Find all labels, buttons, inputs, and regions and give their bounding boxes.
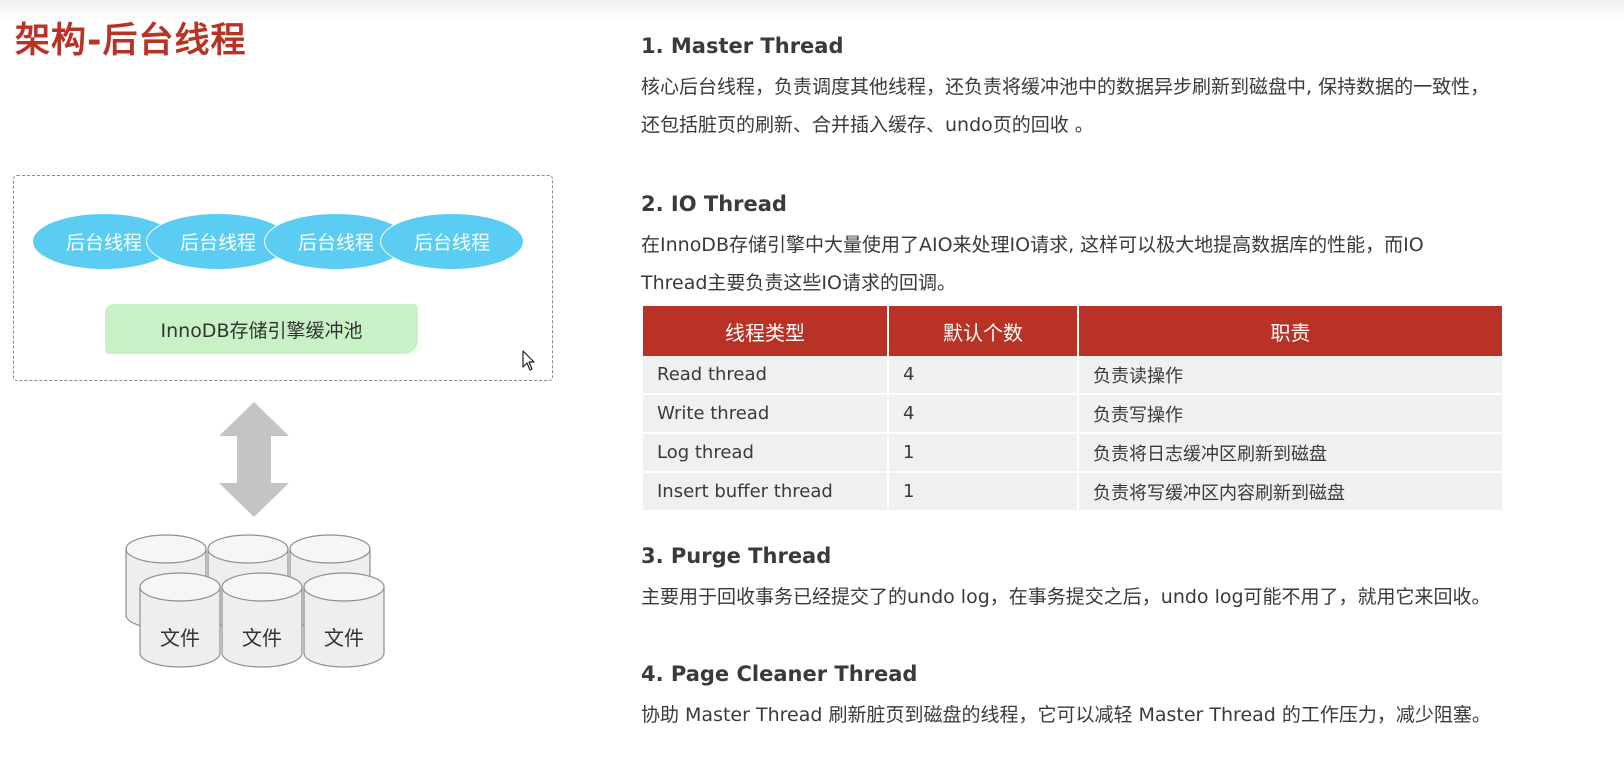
table-cell-count: 4 — [888, 356, 1079, 395]
thread-ellipse-4: 后台线程 — [380, 213, 524, 270]
page-cleaner-line-1: 协助 Master Thread 刷新脏页到磁盘的线程，它可以减轻 Master… — [641, 704, 1491, 726]
table-header-type: 线程类型 — [643, 306, 889, 356]
table-cell-type: Read thread — [643, 356, 889, 395]
page-cleaner-title: 4. Page Cleaner Thread — [641, 662, 918, 686]
buffer-pool-box: InnoDB存储引擎缓冲池 — [105, 304, 418, 354]
table-cell-duty: 负责写操作 — [1078, 394, 1502, 434]
file-label-2: 文件 — [242, 626, 282, 650]
table-row: Write thread 4 负责写操作 — [643, 394, 1502, 434]
master-thread-title: 1. Master Thread — [641, 34, 844, 58]
master-thread-line-1: 核心后台线程，负责调度其他线程，还负责将缓冲池中的数据异步刷新到磁盘中, 保持数… — [641, 76, 1490, 98]
page-title: 架构-后台线程 — [15, 21, 247, 61]
file-label-3: 文件 — [324, 626, 364, 650]
table-row: Log thread 1 负责将日志缓冲区刷新到磁盘 — [643, 433, 1502, 473]
table-row: Read thread 4 负责读操作 — [643, 356, 1502, 395]
file-cylinder-2 — [221, 572, 303, 668]
master-thread-line-2: 还包括脏页的刷新、合并插入缓存、undo页的回收 。 — [641, 114, 1094, 136]
table-cell-count: 1 — [888, 433, 1079, 473]
table-cell-type: Write thread — [643, 394, 889, 434]
table-header-duty: 职责 — [1078, 306, 1502, 356]
table-row: Insert buffer thread 1 负责将写缓冲区内容刷新到磁盘 — [643, 472, 1502, 512]
purge-thread-title: 3. Purge Thread — [641, 544, 832, 568]
mouse-pointer-icon — [522, 350, 535, 371]
io-thread-table: 线程类型 默认个数 职责 Read thread 4 负责读操作 Write t… — [643, 306, 1502, 512]
table-cell-duty: 负责读操作 — [1078, 356, 1502, 395]
table-cell-duty: 负责将写缓冲区内容刷新到磁盘 — [1078, 472, 1502, 512]
file-cylinder-3 — [303, 572, 385, 668]
table-cell-count: 4 — [888, 394, 1079, 434]
double-arrow-icon — [219, 402, 289, 517]
file-label-1: 文件 — [160, 626, 200, 650]
table-header-row: 线程类型 默认个数 职责 — [643, 306, 1502, 356]
table-cell-duty: 负责将日志缓冲区刷新到磁盘 — [1078, 433, 1502, 473]
file-cylinder-1 — [139, 572, 221, 668]
purge-thread-line-1: 主要用于回收事务已经提交了的undo log，在事务提交之后，undo log可… — [641, 586, 1491, 608]
io-thread-line-1: 在InnoDB存储引擎中大量使用了AIO来处理IO请求, 这样可以极大地提高数据… — [641, 234, 1424, 256]
table-cell-type: Log thread — [643, 433, 889, 473]
table-cell-count: 1 — [888, 472, 1079, 512]
table-header-count: 默认个数 — [888, 306, 1079, 356]
table-cell-type: Insert buffer thread — [643, 472, 889, 512]
io-thread-title: 2. IO Thread — [641, 192, 787, 216]
io-thread-line-2: Thread主要负责这些IO请求的回调。 — [641, 272, 956, 294]
